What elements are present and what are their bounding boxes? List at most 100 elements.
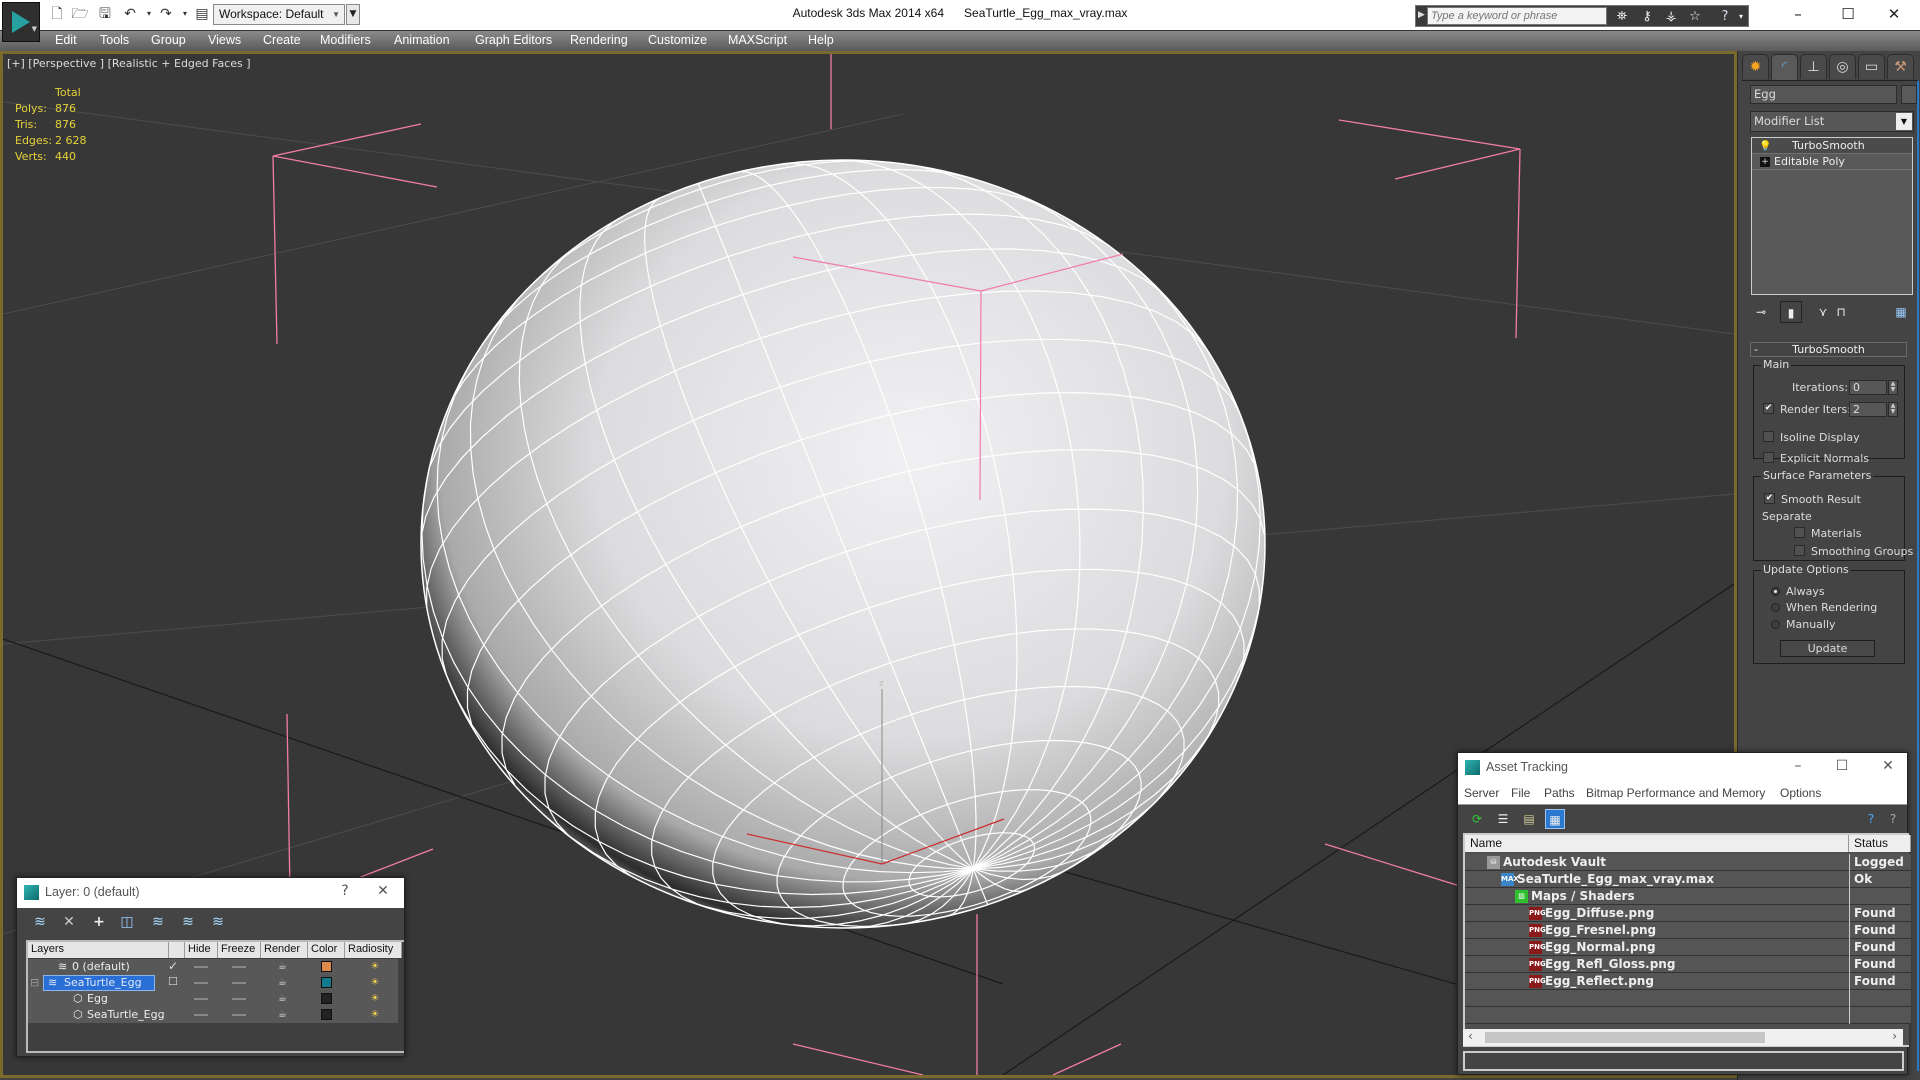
layer-row[interactable]: ≋ 0 (default) ✓ ☕ ☀ — [28, 959, 398, 975]
manually-radio[interactable] — [1771, 620, 1780, 629]
scroll-right-icon[interactable]: › — [1892, 1029, 1897, 1043]
render-iters-checkbox[interactable]: ✔ — [1763, 403, 1774, 414]
menu-rendering[interactable]: Rendering — [570, 33, 628, 47]
menu-animation[interactable]: Animation — [394, 33, 450, 47]
motion-tab[interactable]: ◎ — [1829, 54, 1856, 79]
panel-scrollbar[interactable] — [1917, 81, 1919, 1071]
close-button[interactable]: ✕ — [1878, 758, 1898, 774]
teapot-render-icon[interactable]: ☕ — [278, 962, 290, 972]
layer-row[interactable]: ⊟ SeaTurtle_Egg ≋ ☐ ☕ ☀ — [28, 975, 398, 991]
pin-stack-icon[interactable]: ⊸ — [1750, 301, 1772, 323]
radiosity-sun-icon[interactable]: ☀ — [368, 1008, 382, 1022]
maximize-button[interactable]: ☐ — [1826, 2, 1870, 26]
smoothing-groups-checkbox[interactable] — [1794, 545, 1805, 556]
render-iters-spinner[interactable]: 2 — [1849, 402, 1887, 417]
object-row[interactable]: ⬡ Egg ☕ ☀ — [28, 991, 398, 1007]
egg-mesh[interactable] — [420, 159, 1266, 929]
set-current-layer-icon[interactable]: ≋ — [177, 911, 199, 933]
asset-row[interactable]: PNG Egg_Reflect.png Found — [1465, 973, 1911, 990]
object-row[interactable]: ⬡ SeaTurtle_Egg ☕ ☀ — [28, 1007, 398, 1023]
object-color-swatch[interactable] — [321, 993, 332, 1004]
column-header-color[interactable]: Color — [308, 942, 345, 958]
radiosity-sun-icon[interactable]: ☀ — [368, 992, 382, 1006]
modify-tab[interactable]: ◜ — [1771, 54, 1798, 81]
menu-tools[interactable]: Tools — [100, 33, 129, 47]
asset-row[interactable]: MAX SeaTurtle_Egg_max_vray.max Ok — [1465, 871, 1911, 888]
remove-modifier-icon[interactable]: ⊓ — [1830, 301, 1852, 323]
menu-bitmap-performance[interactable]: Bitmap Performance and Memory — [1586, 786, 1765, 800]
freeze-toggle[interactable] — [232, 982, 246, 984]
close-button[interactable]: ✕ — [1872, 2, 1916, 26]
application-menu-button[interactable]: ▼ — [2, 2, 40, 42]
menu-customize[interactable]: Customize — [648, 33, 707, 47]
add-to-layer-icon[interactable]: + — [88, 911, 110, 933]
layer-name[interactable]: 0 (default) — [72, 959, 130, 975]
layer-properties-icon[interactable]: ≋ — [207, 911, 229, 933]
expand-icon[interactable]: + — [1760, 157, 1770, 167]
teapot-render-icon[interactable]: ☕ — [278, 1010, 290, 1020]
maximize-button[interactable]: ☐ — [1832, 758, 1852, 774]
menu-maxscript[interactable]: MAXScript — [728, 33, 787, 47]
menu-file[interactable]: File — [1511, 786, 1530, 800]
delete-layer-icon[interactable]: ✕ — [58, 911, 80, 933]
freeze-toggle[interactable] — [232, 998, 246, 1000]
tree-view-icon[interactable]: ▤ — [1519, 809, 1539, 829]
smooth-result-checkbox[interactable]: ✔ — [1764, 493, 1775, 504]
menu-edit[interactable]: Edit — [55, 33, 77, 47]
column-header-render[interactable]: Render — [261, 942, 308, 958]
column-header-current[interactable] — [169, 942, 185, 958]
list-view-icon[interactable]: ☰ — [1493, 809, 1513, 829]
help-button[interactable]: ? — [335, 883, 355, 899]
refresh-icon[interactable]: ⟳ — [1467, 809, 1487, 829]
minimize-button[interactable]: – — [1788, 758, 1808, 774]
column-header-radiosity[interactable]: Radiosity — [345, 942, 402, 958]
turbosmooth-rollout-header[interactable]: - TurboSmooth — [1750, 342, 1907, 357]
modifier-list-dropdown[interactable]: Modifier List ▼ — [1750, 111, 1914, 132]
create-layer-icon[interactable]: ≋ — [29, 911, 51, 933]
radiosity-sun-icon[interactable]: ☀ — [368, 960, 382, 974]
minimize-button[interactable]: – — [1776, 2, 1820, 26]
column-header-hide[interactable]: Hide — [185, 942, 218, 958]
asset-row[interactable]: ⛁Autodesk Vault Logged Out — [1465, 854, 1911, 871]
expand-arrow-icon[interactable]: ▶ — [1418, 10, 1425, 20]
hide-toggle[interactable] — [194, 998, 208, 1000]
update-button[interactable]: Update — [1780, 640, 1875, 657]
star-icon[interactable]: ☆ — [1686, 8, 1704, 26]
menu-views[interactable]: Views — [208, 33, 241, 47]
key-icon[interactable]: ⚷ — [1638, 8, 1656, 26]
menu-modifiers[interactable]: Modifiers — [320, 33, 371, 47]
column-header-freeze[interactable]: Freeze — [218, 942, 261, 958]
column-header-name[interactable]: Name — [1465, 835, 1849, 852]
create-tab[interactable]: ✹ — [1742, 54, 1769, 79]
utilities-tab[interactable]: ⚒ — [1887, 54, 1914, 79]
help-icon[interactable]: ? — [1883, 809, 1903, 829]
horizontal-scrollbar[interactable]: ‹ › — [1463, 1029, 1903, 1046]
asset-row[interactable]: PNG Egg_Refl_Gloss.png Found — [1465, 956, 1911, 973]
when-rendering-radio[interactable] — [1771, 603, 1780, 612]
menu-graph-editors[interactable]: Graph Editors — [475, 33, 552, 47]
hierarchy-tab[interactable]: ⊥ — [1800, 54, 1827, 79]
explicit-normals-checkbox[interactable] — [1763, 452, 1774, 463]
always-radio[interactable] — [1771, 587, 1780, 596]
stack-item-editable-poly[interactable]: + Editable Poly — [1752, 154, 1912, 170]
scroll-left-icon[interactable]: ‹ — [1468, 1029, 1473, 1043]
collapse-icon[interactable]: ⊟ — [30, 975, 39, 991]
show-end-result-icon[interactable]: ▮ — [1780, 301, 1802, 323]
scrollbar-thumb[interactable] — [1485, 1032, 1765, 1043]
viewport-label[interactable]: [+] [Perspective ] [Realistic + Edged Fa… — [7, 57, 251, 70]
satellite-icon[interactable]: ⚶ — [1662, 8, 1680, 26]
teapot-render-icon[interactable]: ☕ — [278, 978, 290, 988]
configure-modifier-sets-icon[interactable]: ▦ — [1890, 301, 1912, 323]
dialog-title-bar[interactable]: Layer: 0 (default) ? ✕ — [17, 878, 404, 908]
help-dropdown-icon[interactable]: ▾ — [1732, 8, 1750, 26]
asset-row[interactable]: PNG Egg_Normal.png Found — [1465, 939, 1911, 956]
asset-row[interactable]: ▨ Maps / Shaders — [1465, 888, 1911, 905]
hide-toggle[interactable] — [194, 982, 208, 984]
close-button[interactable]: ✕ — [373, 883, 393, 899]
object-name[interactable]: Egg — [87, 991, 108, 1007]
object-color-swatch[interactable] — [321, 1009, 332, 1020]
iterations-spinner-arrows[interactable]: ▲ ▼ — [1888, 380, 1898, 395]
freeze-toggle[interactable] — [232, 966, 246, 968]
iterations-spinner[interactable]: 0 — [1849, 380, 1887, 395]
menu-paths[interactable]: Paths — [1544, 786, 1575, 800]
